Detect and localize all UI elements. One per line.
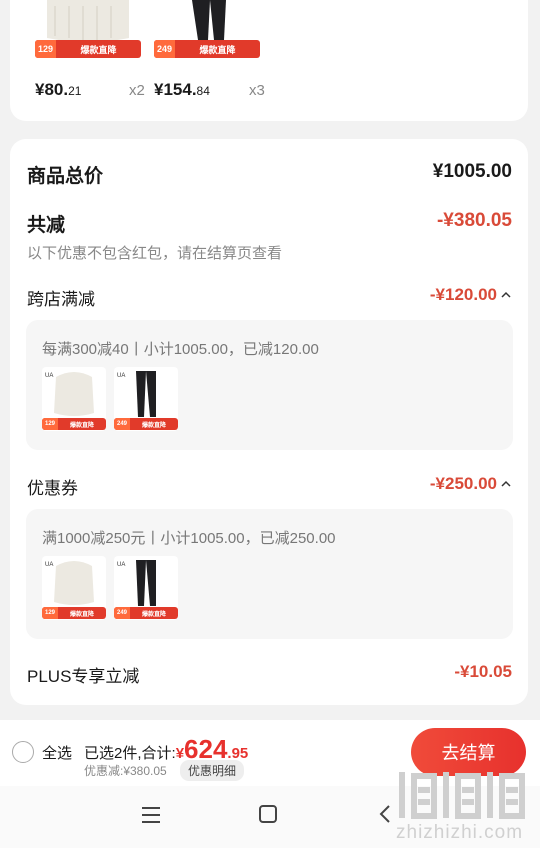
promo-tag-number: 129 <box>42 418 59 430</box>
watermark-glyph-icon <box>399 772 525 819</box>
svg-text:UA: UA <box>45 373 53 379</box>
promo-tag-text: 爆款直降 <box>142 422 167 429</box>
product-price: ¥154.84 <box>154 80 210 100</box>
reduce-note: 以下优惠不包含红包，请在结算页查看 <box>27 245 283 262</box>
chevron-up-icon <box>501 480 511 487</box>
watermark-domain: zhizhizhi.com <box>396 822 524 843</box>
price-main: ¥80. <box>35 80 69 99</box>
promo-tag: 129 爆款直降 <box>42 607 106 619</box>
mini-thumb-beanie[interactable]: UA 129 爆款直降 <box>42 556 106 620</box>
promo-tag-text: 爆款直降 <box>142 611 167 618</box>
discount-detail-button[interactable]: 优惠明细 <box>180 760 245 781</box>
svg-text:UA: UA <box>117 562 125 568</box>
watermark-logo: zhizhizhi.com <box>394 766 534 846</box>
discount-text: 优惠减:¥380.05 <box>84 764 167 778</box>
plus-label: PLUS专享立减 <box>27 667 140 686</box>
promo-tag-number: 249 <box>114 418 131 430</box>
product-qty: x3 <box>249 82 265 99</box>
promo-tag-text: 爆款直降 <box>199 44 236 55</box>
price-cents: 21 <box>68 84 82 98</box>
home-icon[interactable] <box>258 804 278 824</box>
promo-tag-text: 爆款直降 <box>80 44 117 55</box>
svg-text:UA: UA <box>117 373 125 379</box>
product-list-card: 129 爆款直降 ¥80.21 x2 249 爆款直降 ¥154.84 x3 <box>10 0 528 121</box>
promo-tag: 249 爆款直降 <box>114 418 178 430</box>
selected-text: 已选2件,合计: <box>84 745 176 762</box>
cross-store-detail: 每满300减40丨小计1005.00，已减120.00 UA 129 爆款直降 … <box>26 320 513 450</box>
product-image: 129 爆款直降 <box>35 0 141 60</box>
coupon-detail: 满1000减250元丨小计1005.00，已减250.00 UA 129 爆款直… <box>26 509 513 639</box>
back-icon[interactable] <box>378 804 392 824</box>
cross-store-label: 跨店满减 <box>27 290 95 309</box>
price-main: ¥154. <box>154 80 197 99</box>
promo-tag: 249 爆款直降 <box>114 607 178 619</box>
promo-tag: 129 爆款直降 <box>35 40 141 58</box>
mini-thumb-beanie[interactable]: UA 129 爆款直降 <box>42 367 106 431</box>
reduce-label: 共减 <box>27 215 66 236</box>
total-value: ¥1005.00 <box>432 161 512 182</box>
product-image: 249 爆款直降 <box>154 0 260 60</box>
coupon-toggle[interactable]: -¥250.00 <box>430 474 512 494</box>
chevron-up-icon <box>501 291 511 298</box>
select-all-label[interactable]: 全选 <box>42 742 72 763</box>
price-cents: 84 <box>196 84 210 98</box>
product-price: ¥80.21 <box>35 80 81 100</box>
svg-text:UA: UA <box>45 562 53 568</box>
plus-value: -¥10.05 <box>454 662 512 681</box>
promo-tag: 249 爆款直降 <box>154 40 260 58</box>
promo-tag-number: 249 <box>114 607 131 619</box>
product-qty: x2 <box>129 82 145 99</box>
promo-tag-text: 爆款直降 <box>70 422 95 429</box>
promo-tag-text: 爆款直降 <box>70 611 95 618</box>
price-summary-card: 商品总价 ¥1005.00 共减 -¥380.05 以下优惠不包含红包，请在结算… <box>10 139 528 705</box>
total-label: 商品总价 <box>27 166 104 187</box>
cross-store-detail-text: 每满300减40丨小计1005.00，已减120.00 <box>42 341 319 358</box>
promo-tag-number: 249 <box>154 40 176 58</box>
total-currency: ¥ <box>175 745 185 762</box>
coupon-label: 优惠券 <box>27 479 78 498</box>
promo-tag-number: 129 <box>35 40 57 58</box>
menu-icon[interactable] <box>141 806 161 824</box>
select-all-radio[interactable] <box>12 741 34 763</box>
mini-thumb-pants[interactable]: UA 249 爆款直降 <box>114 556 178 620</box>
mini-thumb-pants[interactable]: UA 249 爆款直降 <box>114 367 178 431</box>
cross-store-value: -¥120.00 <box>429 285 497 304</box>
reduce-value: -¥380.05 <box>436 210 512 231</box>
cross-store-toggle[interactable]: -¥120.00 <box>430 285 512 305</box>
promo-tag: 129 爆款直降 <box>42 418 106 430</box>
coupon-value: -¥250.00 <box>429 474 497 493</box>
coupon-detail-text: 满1000减250元丨小计1005.00，已减250.00 <box>42 530 336 547</box>
promo-tag-number: 129 <box>42 607 59 619</box>
